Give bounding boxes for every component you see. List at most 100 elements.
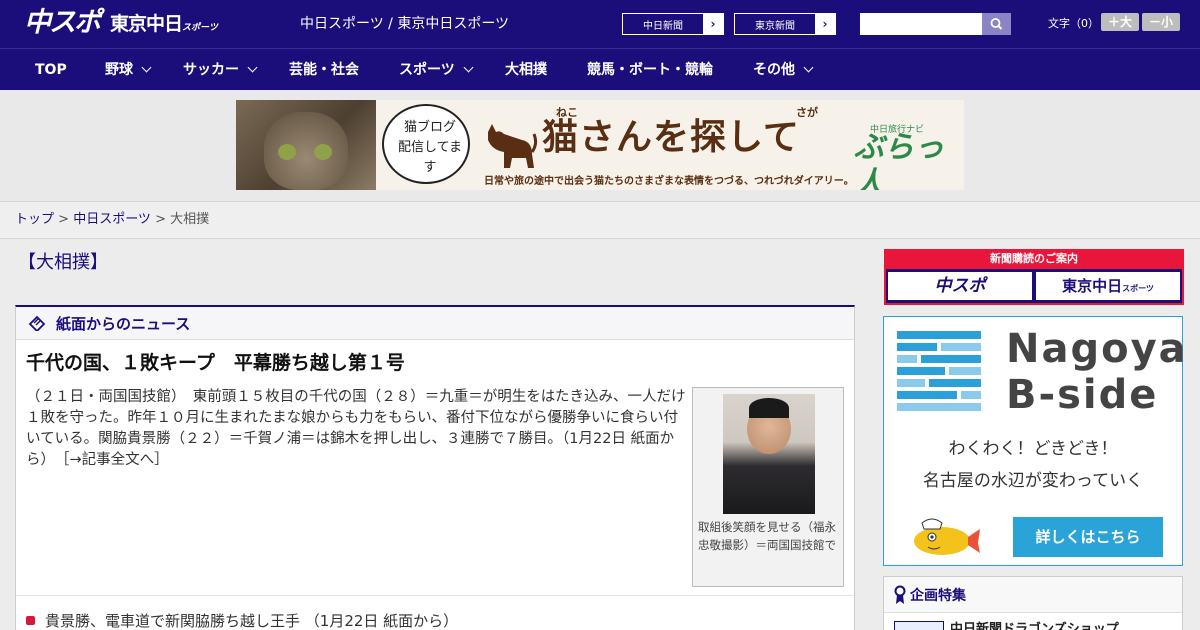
nav-label: スポーツ (399, 62, 455, 78)
tokyo-shimbun-link[interactable]: 東京新聞 › (734, 13, 836, 35)
search-input[interactable] (860, 13, 982, 35)
ribbon-icon (894, 585, 906, 604)
brick-decoration (897, 355, 917, 363)
brick-decoration (897, 331, 981, 339)
nav-label: 大相撲 (505, 62, 547, 78)
subscription-logo-tokyo-suffix: スポーツ (1122, 284, 1154, 293)
bside-tagline: わくわく！どきどき！ (948, 439, 1118, 459)
brick-decoration (897, 379, 925, 387)
nav-top[interactable]: TOP (35, 49, 67, 91)
brick-decoration (897, 391, 957, 399)
tokyo-shimbun-label: 東京新聞 (755, 21, 795, 32)
subscription-title: 新聞購読のご案内 (990, 252, 1078, 265)
subscription-ad[interactable]: 新聞購読のご案内 中スポ 東京中日スポーツ (884, 249, 1184, 305)
banner-title: 猫さんを探して (542, 117, 800, 158)
bside-tagline: 名古屋の水辺が変わっていく (922, 471, 1144, 491)
chevron-right-icon: › (703, 14, 723, 34)
wrestler-photo (723, 394, 815, 514)
banner-brand: ぶらっ人 (854, 130, 944, 190)
breadcrumb: トップ > 中日スポーツ > 大相撲 (0, 201, 1200, 239)
cat-face (264, 112, 348, 190)
font-smaller-button[interactable]: －小 (1142, 13, 1180, 31)
banner-area: 猫ブログ配信してます ねこ さが 猫さんを探して 日常や旅の途中で出会う猫たちの… (0, 90, 1200, 202)
brick-decoration (929, 379, 981, 387)
photo-hair (749, 398, 789, 418)
bside-title-bside: B-side (1006, 372, 1159, 418)
nav-baseball[interactable]: 野球 (105, 49, 152, 91)
font-larger-button[interactable]: ＋大 (1101, 13, 1139, 31)
feature-title: 企画特集 (910, 588, 966, 604)
bullet-icon (26, 616, 35, 625)
breadcrumb-current: 大相撲 (170, 212, 210, 227)
subscription-logo-tokyo: 東京中日スポーツ (1036, 272, 1180, 300)
nagoya-bside-ad[interactable]: Nagoya B-side わくわく！どきどき！ 名古屋の水辺が変わっていく 詳… (883, 316, 1186, 566)
subscription-logo-chunichi: 中スポ (888, 272, 1032, 300)
speech-text: 猫ブログ配信してます (398, 120, 462, 175)
article-photo-box[interactable]: 取組後笑顔を見せる（福永忠敬撮影）＝両国国技館で (692, 387, 844, 587)
nav-label: サッカー (183, 62, 239, 78)
bside-details-button[interactable]: 詳しくはこちら (1013, 517, 1163, 557)
brick-decoration (921, 355, 981, 363)
nav-entertainment[interactable]: 芸能・社会 (289, 49, 359, 91)
panel-header: 紙面からのニュース (16, 307, 854, 340)
chevron-down-icon (247, 62, 258, 73)
nav-sports[interactable]: スポーツ (399, 49, 474, 91)
cat-silhouette-icon (488, 124, 538, 168)
subscription-logos: 中スポ 東京中日スポーツ (886, 269, 1182, 303)
nav-other[interactable]: その他 (753, 49, 814, 91)
breadcrumb-sep: > (54, 212, 74, 227)
cat-photo (236, 100, 376, 190)
category-title: 【大相撲】 (18, 252, 108, 273)
breadcrumb-section[interactable]: 中日スポーツ (73, 212, 151, 227)
newspaper-icon (28, 315, 46, 331)
font-size-label: 文字（0） (1048, 17, 1099, 30)
chevron-down-icon (463, 62, 474, 73)
chevron-down-icon (141, 62, 152, 73)
brick-decoration (897, 367, 945, 375)
nav-label: 野球 (105, 62, 133, 78)
chunichi-sports-logo[interactable]: 中スポ (24, 8, 101, 38)
brick-decoration (949, 367, 981, 375)
list-item-text: 貴景勝、電車道で新関脇勝ち越し王手 （1月22日 紙面から） (45, 612, 459, 630)
article-headline[interactable]: 千代の国、１敗キープ 平幕勝ち越し第１号 (26, 351, 405, 375)
news-panel: 紙面からのニュース 千代の国、１敗キープ 平幕勝ち越し第１号 （２１日・両国国技… (15, 305, 855, 630)
banner-subtitle: 日常や旅の途中で出会う猫たちのさまざまな表情をつづる、つれづれダイアリー。 (484, 176, 854, 187)
main-nav: TOP 野球 サッカー 芸能・社会 スポーツ 大相撲 競馬・ボート・競輪 その他 (0, 48, 1200, 90)
tokyo-chunichi-sports-logo[interactable]: 東京中日スポーツ (110, 12, 218, 40)
nav-soccer[interactable]: サッカー (183, 49, 258, 91)
chunichi-shimbun-label: 中日新聞 (643, 21, 683, 32)
top-bar: 中スポ 東京中日スポーツ 中日スポーツ / 東京中日スポーツ 中日新聞 › 東京… (0, 0, 1200, 48)
photo-caption: 取組後笑顔を見せる（福永忠敬撮影）＝両国国技館で (698, 520, 836, 552)
feature-item-link[interactable]: 中日新聞ドラゴンズショップ (950, 621, 1119, 630)
bside-title-nagoya: Nagoya (1006, 326, 1188, 372)
cat-blog-banner[interactable]: 猫ブログ配信してます ねこ さが 猫さんを探して 日常や旅の途中で出会う猫たちの… (236, 100, 964, 190)
feature-thumbnail[interactable] (894, 621, 944, 630)
search-button[interactable] (982, 13, 1011, 35)
logo-tokyo-suffix: スポーツ (182, 23, 218, 33)
chevron-right-icon: › (815, 14, 835, 34)
brick-decoration (961, 391, 981, 399)
brick-decoration (897, 403, 981, 411)
speech-bubble: 猫ブログ配信してます (382, 104, 470, 184)
subscription-logo-tokyo-text: 東京中日 (1062, 277, 1123, 295)
brick-decoration (897, 343, 937, 351)
nav-racing[interactable]: 競馬・ボート・競輪 (587, 49, 713, 91)
nav-label: 競馬・ボート・競輪 (587, 62, 713, 78)
brick-decoration (941, 343, 981, 351)
panel-divider (16, 595, 854, 596)
breadcrumb-top[interactable]: トップ (15, 212, 54, 227)
nav-label: その他 (753, 62, 795, 78)
nav-sumo[interactable]: 大相撲 (505, 49, 547, 91)
article-lead: （２１日・両国国技館） 東前頭１５枚目の千代の国（２８）＝九重＝が明生をはたき込… (26, 387, 686, 471)
cat-eye (314, 144, 332, 160)
chevron-down-icon (803, 62, 814, 73)
read-full-article-link[interactable]: ［→記事全文へ］ (62, 452, 168, 468)
chunichi-shimbun-link[interactable]: 中日新聞 › (622, 13, 724, 35)
list-item[interactable]: 貴景勝、電車道で新関脇勝ち越し王手 （1月22日 紙面から） (26, 611, 458, 630)
cat-eye (278, 144, 296, 160)
site-names: 中日スポーツ / 東京中日スポーツ (300, 16, 510, 32)
breadcrumb-sep: > (150, 212, 171, 227)
nav-label: TOP (35, 62, 67, 78)
panel-title: 紙面からのニュース (56, 315, 191, 333)
logo-tokyo-text: 東京中日 (110, 13, 183, 35)
